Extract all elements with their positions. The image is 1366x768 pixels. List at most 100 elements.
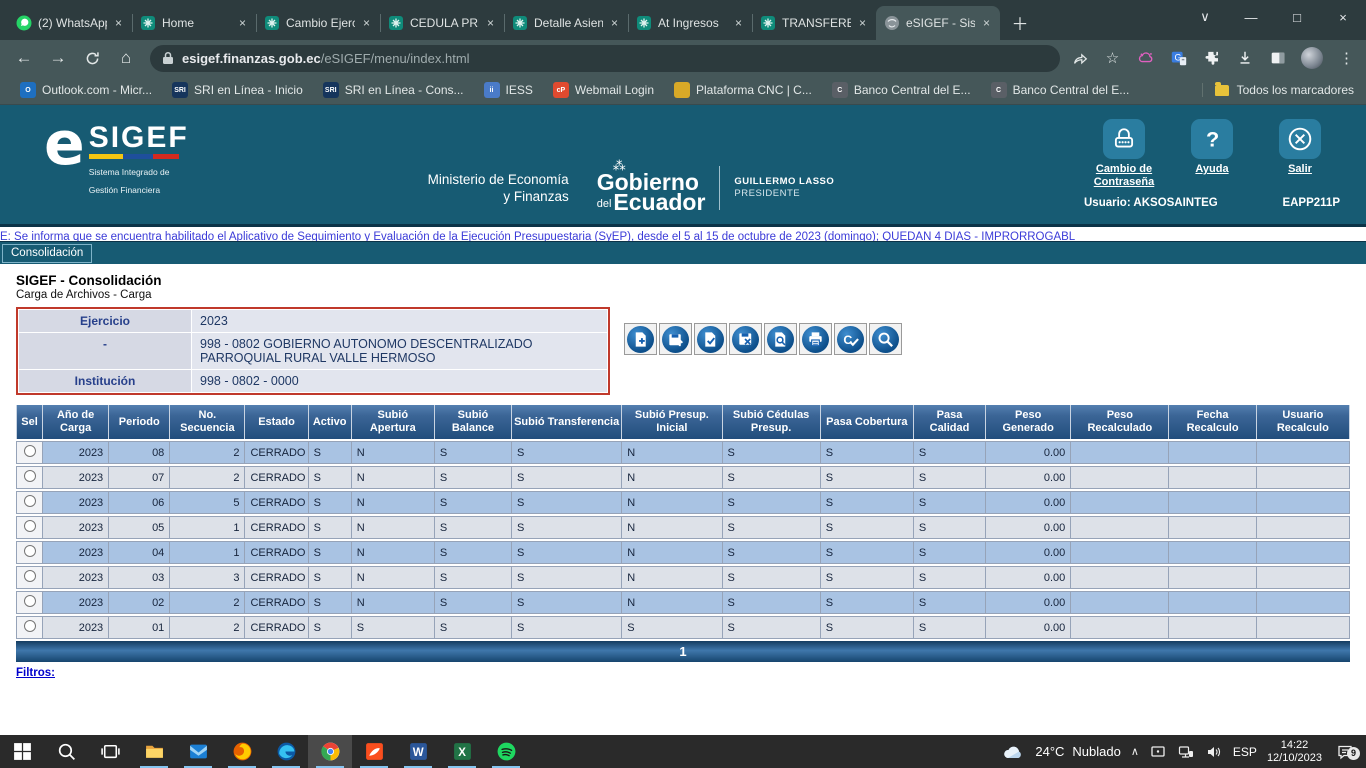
tab-close-icon[interactable]: × [237, 16, 248, 30]
preview-button[interactable] [764, 323, 797, 355]
pagination-bar[interactable]: 1 [16, 641, 1350, 662]
browser-tab[interactable]: TRANSFEREN× [752, 6, 876, 40]
bookmark-item[interactable]: iiIESS [476, 79, 541, 101]
new-tab-button[interactable]: ＋ [1006, 8, 1034, 36]
start-taskbar-icon[interactable] [0, 735, 44, 768]
table-cell: N [352, 441, 435, 464]
edge-taskbar-icon[interactable] [264, 735, 308, 768]
header-action-help-question[interactable]: ?Ayuda [1170, 119, 1254, 189]
excel-taskbar-icon[interactable]: X [440, 735, 484, 768]
minimize-button[interactable]: — [1228, 0, 1274, 34]
pdf-reader-taskbar-icon[interactable] [352, 735, 396, 768]
row-select-radio[interactable] [24, 495, 36, 507]
browser-tab[interactable]: Home× [132, 6, 256, 40]
close-button[interactable]: × [1320, 0, 1366, 34]
browser-tab[interactable]: eSIGEF - Sist× [876, 6, 1000, 40]
back-button[interactable]: ← [10, 44, 38, 72]
tab-search-chevron-icon[interactable]: ∨ [1182, 0, 1228, 34]
translate-extension-icon[interactable]: G [1169, 49, 1188, 68]
header-action-password-lock[interactable]: Cambio de Contraseña [1082, 119, 1166, 189]
approve-button[interactable]: C [834, 323, 867, 355]
table-cell: 5 [170, 491, 245, 514]
task-view-taskbar-icon[interactable] [88, 735, 132, 768]
bookmark-item[interactable]: cPWebmail Login [545, 79, 662, 101]
tray-volume-icon[interactable] [1205, 744, 1223, 760]
browser-tab[interactable]: Cambio Ejerc× [256, 6, 380, 40]
profile-avatar[interactable] [1301, 47, 1323, 69]
row-select-radio[interactable] [24, 595, 36, 607]
row-select-radio[interactable] [24, 445, 36, 457]
table-cell: S [309, 591, 352, 614]
row-select-radio[interactable] [24, 545, 36, 557]
tray-display-icon[interactable] [1149, 744, 1167, 760]
svg-text:X: X [458, 747, 466, 759]
reload-button[interactable] [78, 44, 106, 72]
table-cell [1071, 491, 1169, 514]
column-header: Pasa Cobertura [821, 405, 914, 439]
firefox-taskbar-icon[interactable] [220, 735, 264, 768]
tab-close-icon[interactable]: × [733, 16, 744, 30]
sigef-icon [512, 15, 528, 31]
weather-widget[interactable]: 24°C Nublado [1001, 743, 1120, 761]
consult-button[interactable] [869, 323, 902, 355]
forward-button[interactable]: → [44, 44, 72, 72]
mail-taskbar-icon[interactable] [176, 735, 220, 768]
downloads-icon[interactable] [1235, 49, 1254, 68]
delete-button[interactable] [729, 323, 762, 355]
menu-dots-icon[interactable]: ⋮ [1337, 49, 1356, 68]
row-select-radio[interactable] [24, 570, 36, 582]
spotify-taskbar-icon[interactable] [484, 735, 528, 768]
bookmark-item[interactable]: SRISRI en Línea - Inicio [164, 79, 311, 101]
home-button[interactable]: ⌂ [112, 44, 140, 72]
tab-close-icon[interactable]: × [857, 16, 868, 30]
notification-center[interactable]: 9 [1332, 743, 1358, 761]
tray-expand-icon[interactable]: ∧ [1131, 745, 1139, 758]
extension-pink-icon[interactable] [1136, 49, 1155, 68]
row-select-radio[interactable] [24, 470, 36, 482]
browser-tab[interactable]: (2) WhatsApp× [8, 6, 132, 40]
all-bookmarks[interactable]: Todos los marcadores [1202, 83, 1354, 97]
table-cell: S [512, 616, 622, 639]
filters-link[interactable]: Filtros: [16, 667, 55, 679]
clock-widget[interactable]: 14:22 12/10/2023 [1267, 739, 1322, 765]
validate-button[interactable] [694, 323, 727, 355]
table-cell: S [914, 441, 986, 464]
page-title: SIGEF - Consolidación [16, 273, 1356, 288]
bookmark-item[interactable]: CBanco Central del E... [983, 79, 1138, 101]
tab-close-icon[interactable]: × [485, 16, 496, 30]
upload-save-button[interactable] [659, 323, 692, 355]
table-cell: S [723, 616, 821, 639]
header-action-exit-circle-x[interactable]: Salir [1258, 119, 1342, 189]
browser-tab[interactable]: At Ingresos× [628, 6, 752, 40]
menu-tab-consolidacion[interactable]: Consolidación [2, 244, 92, 263]
maximize-button[interactable]: □ [1274, 0, 1320, 34]
bookmark-star-icon[interactable]: ☆ [1103, 49, 1122, 68]
browser-tab[interactable]: CEDULA PRE× [380, 6, 504, 40]
chrome-taskbar-icon[interactable] [308, 735, 352, 768]
print-button[interactable] [799, 323, 832, 355]
side-panel-icon[interactable] [1268, 49, 1287, 68]
table-cell: S [309, 616, 352, 639]
tray-network-icon[interactable] [1177, 744, 1195, 760]
table-cell: 3 [170, 566, 245, 589]
tab-close-icon[interactable]: × [981, 16, 992, 30]
row-select-radio[interactable] [24, 520, 36, 532]
keyboard-language[interactable]: ESP [1233, 745, 1257, 759]
bookmark-item[interactable]: Plataforma CNC | C... [666, 79, 820, 101]
file-explorer-taskbar-icon[interactable] [132, 735, 176, 768]
bookmark-item[interactable]: SRISRI en Línea - Cons... [315, 79, 472, 101]
share-icon[interactable] [1070, 49, 1089, 68]
word-taskbar-icon[interactable]: W [396, 735, 440, 768]
tab-close-icon[interactable]: × [361, 16, 372, 30]
extensions-puzzle-icon[interactable] [1202, 49, 1221, 68]
new-record-button[interactable] [624, 323, 657, 355]
search-taskbar-icon[interactable] [44, 735, 88, 768]
tab-close-icon[interactable]: × [113, 16, 124, 30]
tab-close-icon[interactable]: × [609, 16, 620, 30]
bookmark-item[interactable]: OOutlook.com - Micr... [12, 79, 160, 101]
browser-tab[interactable]: Detalle Asien× [504, 6, 628, 40]
row-select-radio[interactable] [24, 620, 36, 632]
address-bar[interactable]: esigef.finanzas.gob.ec/eSIGEF/menu/index… [150, 45, 1060, 72]
column-header: Fecha Recalculo [1169, 405, 1256, 439]
bookmark-item[interactable]: CBanco Central del E... [824, 79, 979, 101]
